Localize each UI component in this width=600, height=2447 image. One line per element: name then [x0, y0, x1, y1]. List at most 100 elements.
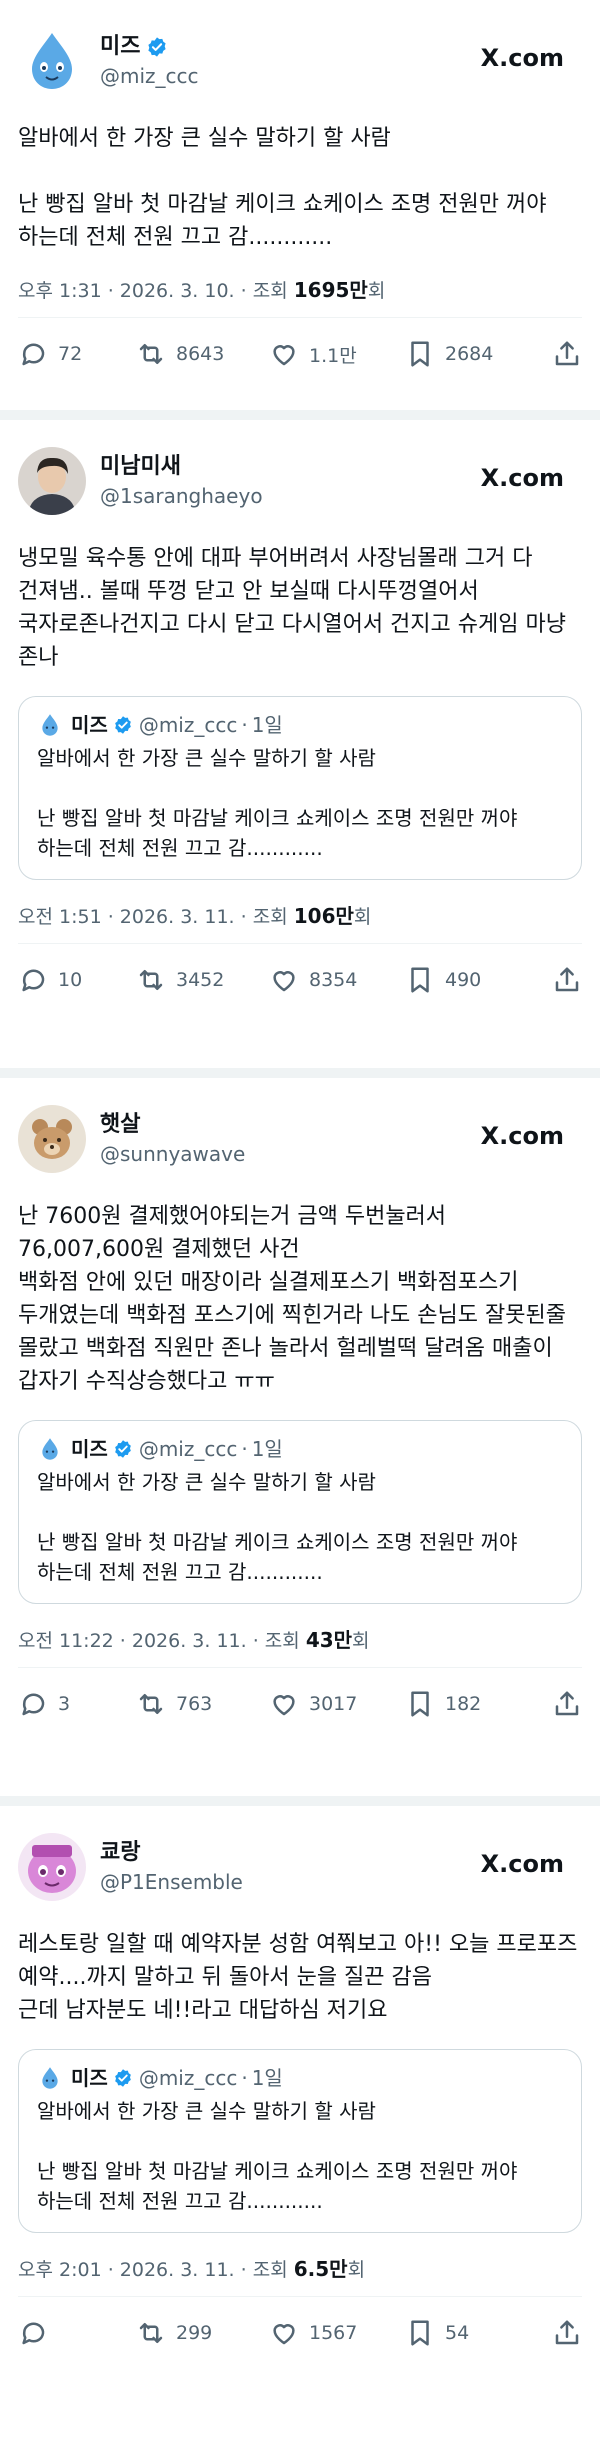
reply-button[interactable]: 3	[18, 1689, 136, 1719]
bear-avatar-icon	[18, 1105, 86, 1173]
retweet-button[interactable]: 763	[136, 1689, 269, 1719]
display-name[interactable]: 햇살	[100, 1110, 140, 1140]
handle[interactable]: @miz_ccc	[100, 62, 199, 90]
quoted-tweet[interactable]: 미즈 @miz_ccc · 1일 알바에서 한 가장 큰 실수 말하기 할 사람…	[18, 2049, 582, 2233]
like-count: 8354	[309, 969, 358, 991]
x-logo[interactable]: X.com	[481, 1850, 564, 1878]
bookmark-button[interactable]: 490	[405, 965, 533, 995]
bookmark-button[interactable]: 182	[405, 1689, 533, 1719]
verified-badge-icon	[114, 1440, 131, 1458]
quote-text: 알바에서 한 가장 큰 실수 말하기 할 사람 난 빵집 알바 첫 마감날 케이…	[37, 2099, 518, 2213]
quote-display-name: 미즈	[71, 713, 108, 737]
retweet-button[interactable]: 299	[136, 2318, 269, 2348]
share-icon	[555, 967, 579, 992]
quote-handle: @miz_ccc	[138, 713, 238, 737]
share-button[interactable]	[552, 1689, 582, 1719]
view-suffix: 회	[352, 1630, 370, 1652]
timestamp[interactable]: 오전 1:51 · 2026. 3. 11. · 조회	[18, 906, 294, 928]
quote-text: 알바에서 한 가장 큰 실수 말하기 할 사람 난 빵집 알바 첫 마감날 케이…	[37, 1470, 518, 1584]
tweet-meta: 오후 2:01 · 2026. 3. 11. · 조회 6.5만회	[18, 2233, 582, 2296]
like-icon	[273, 345, 295, 366]
bookmark-button[interactable]: 2684	[405, 339, 533, 369]
timestamp[interactable]: 오후 1:31 · 2026. 3. 10. · 조회	[18, 280, 294, 302]
retweet-icon	[139, 970, 163, 990]
tweet-text: 알바에서 한 가장 큰 실수 말하기 할 사람 난 빵집 알바 첫 마감날 케이…	[18, 126, 547, 250]
bookmark-icon	[411, 1691, 429, 1717]
view-count: 6.5만	[293, 2257, 348, 2281]
reply-icon	[22, 1693, 45, 1716]
retweet-count: 3452	[176, 969, 225, 991]
quoted-tweet[interactable]: 미즈 @miz_ccc · 1일 알바에서 한 가장 큰 실수 말하기 할 사람…	[18, 1420, 582, 1604]
share-button[interactable]	[552, 2318, 582, 2348]
share-button[interactable]	[552, 339, 582, 369]
person-avatar-icon	[18, 447, 86, 515]
like-button[interactable]: 1.1만	[269, 339, 405, 369]
water-drop-avatar-icon	[37, 712, 63, 738]
tweet-text: 난 7600원 결제했어야되는거 금액 두번눌러서 76,007,600원 결제…	[18, 1204, 566, 1394]
avatar[interactable]	[18, 1833, 86, 1901]
retweet-count: 299	[176, 2322, 213, 2344]
water-drop-avatar-icon	[37, 2065, 63, 2091]
water-drop-avatar-icon	[37, 1436, 63, 1462]
retweet-icon	[139, 2323, 163, 2343]
display-name[interactable]: 쿄랑	[100, 1838, 140, 1868]
reply-button[interactable]: 10	[18, 965, 136, 995]
author-names: 햇살 @sunnyawave	[100, 1110, 245, 1168]
timestamp[interactable]: 오후 2:01 · 2026. 3. 11. · 조회	[18, 2259, 294, 2281]
like-icon	[273, 2324, 295, 2345]
handle[interactable]: @1saranghaeyo	[100, 482, 263, 510]
feed-divider	[0, 410, 600, 420]
reply-icon	[22, 343, 45, 366]
avatar[interactable]	[18, 27, 86, 95]
tweet-4[interactable]: 쿄랑 @P1Ensemble X.com 레스토랑 일할 때 예약자분 성함 여…	[0, 1806, 600, 2447]
handle[interactable]: @P1Ensemble	[100, 1868, 243, 1896]
reply-button[interactable]	[18, 2318, 136, 2348]
like-button[interactable]: 1567	[269, 2318, 405, 2348]
timestamp[interactable]: 오전 11:22 · 2026. 3. 11. · 조회	[18, 1630, 306, 1652]
handle[interactable]: @sunnyawave	[100, 1140, 245, 1168]
like-count: 3017	[309, 1693, 358, 1715]
action-bar: 299 1567 54	[18, 2297, 582, 2369]
display-name[interactable]: 미남미새	[100, 452, 181, 482]
bookmark-icon	[411, 2320, 429, 2346]
like-count: 1.1만	[309, 344, 357, 367]
tweet-header: 미즈 @miz_ccc X.com	[18, 0, 582, 122]
water-drop-avatar-icon	[18, 27, 86, 95]
tweet-header: 미남미새 @1saranghaeyo X.com	[18, 420, 582, 542]
quote-header: 미즈 @miz_ccc · 1일	[37, 2064, 563, 2092]
display-name[interactable]: 미즈	[100, 32, 140, 62]
reply-count: 72	[58, 343, 83, 365]
like-button[interactable]: 3017	[269, 1689, 405, 1719]
quote-avatar	[37, 2065, 63, 2091]
tweet-1[interactable]: 미즈 @miz_ccc X.com 알바에서 한 가장 큰 실수 말하기 할 사…	[0, 0, 600, 410]
author-names: 미남미새 @1saranghaeyo	[100, 452, 263, 510]
reply-button[interactable]: 72	[18, 339, 136, 369]
avatar[interactable]	[18, 447, 86, 515]
author-names: 미즈 @miz_ccc	[100, 32, 199, 90]
quoted-tweet[interactable]: 미즈 @miz_ccc · 1일 알바에서 한 가장 큰 실수 말하기 할 사람…	[18, 696, 582, 880]
tweet-header: 햇살 @sunnyawave X.com	[18, 1078, 582, 1200]
x-logo[interactable]: X.com	[481, 44, 564, 72]
like-button[interactable]: 8354	[269, 965, 405, 995]
share-icon	[555, 1691, 579, 1716]
quote-avatar	[37, 712, 63, 738]
bookmark-button[interactable]: 54	[405, 2318, 533, 2348]
like-icon	[273, 1695, 295, 1716]
retweet-button[interactable]: 8643	[136, 339, 269, 369]
tweet-2[interactable]: 미남미새 @1saranghaeyo X.com 냉모밀 육수통 안에 대파 부…	[0, 420, 600, 1068]
x-logo[interactable]: X.com	[481, 464, 564, 492]
retweet-button[interactable]: 3452	[136, 965, 269, 995]
action-bar: 72 8643 1.1만 2684	[18, 318, 582, 390]
avatar[interactable]	[18, 1105, 86, 1173]
verified-badge-icon	[114, 716, 131, 734]
x-logo[interactable]: X.com	[481, 1122, 564, 1150]
like-icon	[273, 971, 295, 992]
quote-time: 1일	[251, 1437, 283, 1461]
retweet-icon	[139, 1694, 163, 1714]
author-names: 쿄랑 @P1Ensemble	[100, 1838, 243, 1896]
retweet-count: 8643	[176, 343, 225, 365]
bookmark-count: 2684	[445, 343, 494, 365]
share-button[interactable]	[552, 965, 582, 995]
quote-avatar	[37, 1436, 63, 1462]
tweet-3[interactable]: 햇살 @sunnyawave X.com 난 7600원 결제했어야되는거 금액…	[0, 1078, 600, 1796]
